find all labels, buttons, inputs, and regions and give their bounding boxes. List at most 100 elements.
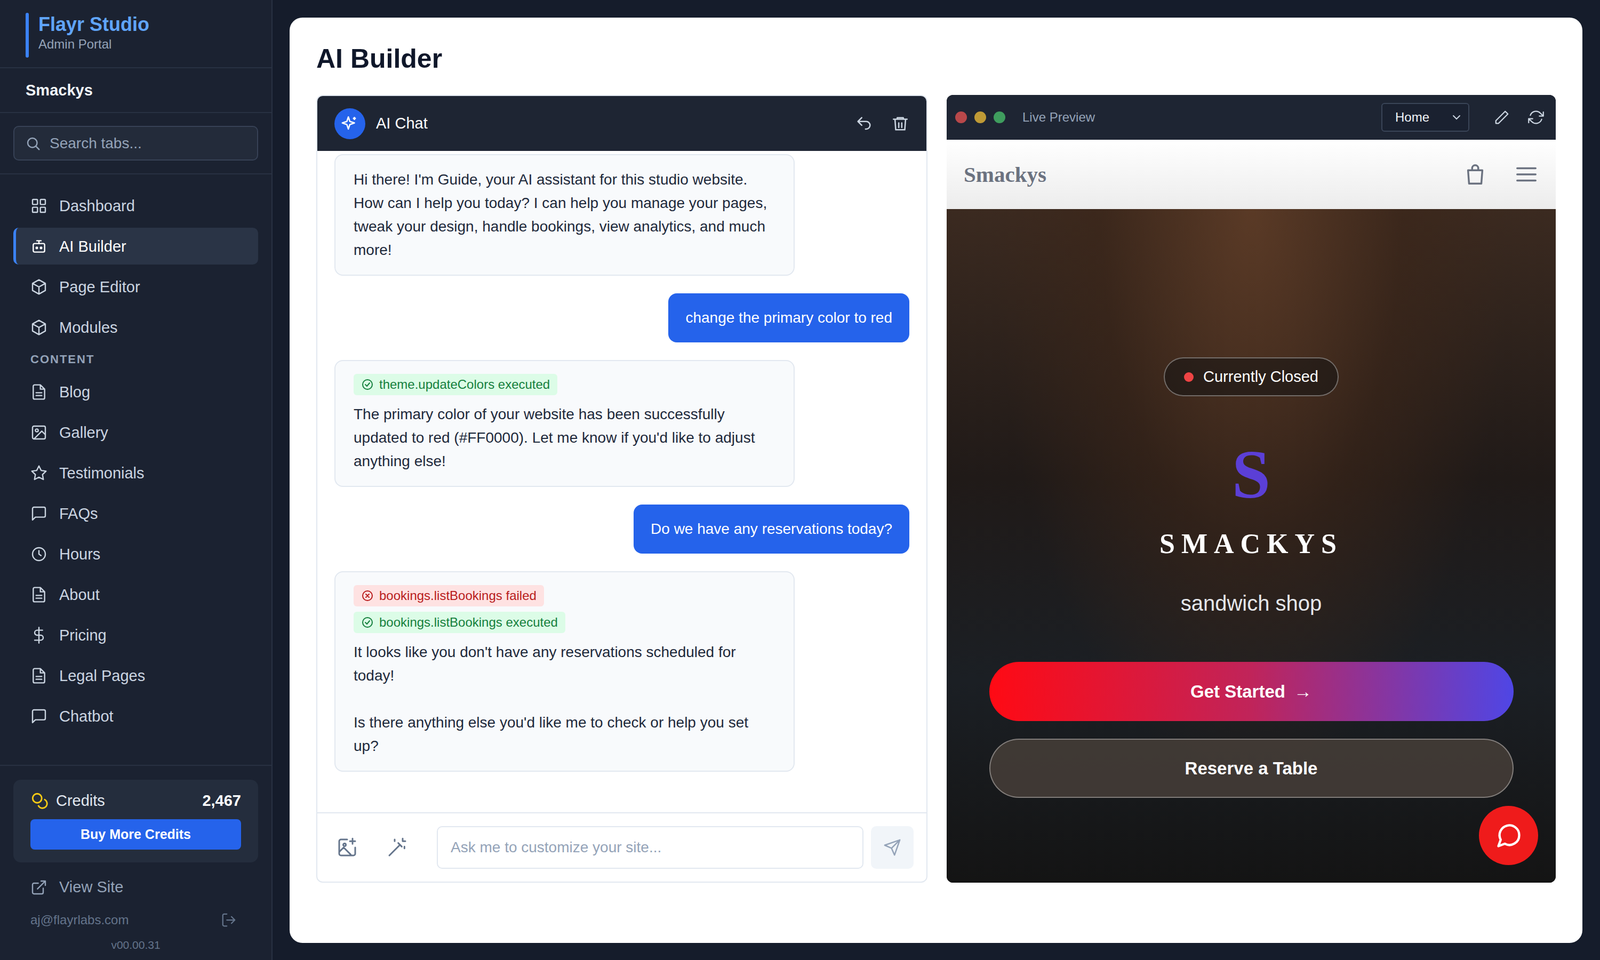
hero-subtitle: sandwich shop bbox=[1180, 589, 1323, 617]
buy-credits-button[interactable]: Buy More Credits bbox=[30, 819, 242, 850]
sidebar-item[interactable]: Legal Pages bbox=[13, 657, 259, 694]
app-version: v00.00.31 bbox=[13, 931, 259, 954]
chat-bubble-icon bbox=[1494, 821, 1523, 850]
sidebar-item-label: Dashboard bbox=[59, 196, 135, 216]
chat-panel: AI Chat Hi there! I'm Guide, your AI ass… bbox=[316, 94, 928, 883]
message-text: The primary color of your website has be… bbox=[353, 402, 776, 474]
user-email: aj@flayrlabs.com bbox=[30, 912, 129, 928]
message-list: Hi there! I'm Guide, your AI assistant f… bbox=[317, 150, 927, 813]
sidebar-item[interactable]: Chatbot bbox=[13, 697, 259, 735]
x-circle-icon bbox=[361, 589, 374, 603]
dollar-icon bbox=[30, 626, 48, 644]
trash-icon[interactable] bbox=[891, 114, 910, 133]
image-icon bbox=[30, 424, 48, 442]
view-site-link[interactable]: View Site bbox=[13, 862, 259, 908]
sidebar-item-label: About bbox=[59, 585, 100, 605]
message-text: It looks like you don't have any reserva… bbox=[353, 640, 776, 688]
sidebar-item-label: Page Editor bbox=[59, 277, 141, 297]
sparkle-icon bbox=[340, 114, 359, 133]
logout-icon[interactable] bbox=[220, 912, 237, 928]
pencil-icon[interactable] bbox=[1493, 109, 1510, 126]
brand: Flayr Studio Admin Portal bbox=[0, 0, 272, 69]
sidebar-item[interactable]: Page Editor bbox=[13, 268, 259, 306]
sidebar-item[interactable]: Testimonials bbox=[13, 454, 259, 492]
sidebar-item-label: Modules bbox=[59, 317, 118, 338]
check-circle-icon bbox=[361, 616, 374, 629]
assistant-message: Hi there! I'm Guide, your AI assistant f… bbox=[334, 154, 795, 276]
sidebar: Flayr Studio Admin Portal Smackys Search… bbox=[0, 0, 273, 960]
chat-icon bbox=[30, 707, 48, 725]
shopping-bag-icon[interactable] bbox=[1462, 162, 1488, 187]
page-title: AI Builder bbox=[316, 42, 1556, 76]
tool-badge: bookings.listBookings failed bbox=[353, 585, 544, 607]
chevron-down-icon bbox=[1450, 110, 1463, 124]
sidebar-item[interactable]: FAQs bbox=[13, 494, 259, 532]
nav-section-heading: CONTENT bbox=[13, 349, 259, 370]
sidebar-item[interactable]: Gallery bbox=[13, 413, 259, 451]
window-dot bbox=[974, 111, 987, 124]
clock-icon bbox=[30, 545, 48, 563]
composer: Ask me to customize your site... bbox=[317, 812, 927, 882]
sidebar-item-label: Pricing bbox=[59, 625, 107, 645]
brand-subtitle: Admin Portal bbox=[38, 36, 150, 53]
sidebar-item[interactable]: AI Builder bbox=[13, 227, 259, 265]
credits-label: Credits bbox=[56, 792, 195, 810]
chat-title: AI Chat bbox=[376, 114, 845, 133]
doc-icon bbox=[30, 383, 48, 401]
send-button[interactable] bbox=[870, 826, 914, 869]
message-text: Hi there! I'm Guide, your AI assistant f… bbox=[353, 168, 776, 262]
sidebar-item[interactable]: Blog bbox=[13, 373, 259, 411]
grid-icon bbox=[30, 197, 48, 215]
site-name[interactable]: Smackys bbox=[0, 68, 272, 114]
undo-icon[interactable] bbox=[854, 114, 874, 133]
sidebar-item[interactable]: Pricing bbox=[13, 616, 259, 654]
message-text: change the primary color to red bbox=[685, 306, 893, 330]
tool-badge: bookings.listBookings executed bbox=[353, 611, 566, 634]
sidebar-item[interactable]: Modules bbox=[13, 308, 259, 346]
live-preview-panel: Live Preview Home Smackys Currently Clos… bbox=[946, 94, 1556, 883]
search-field[interactable]: Search tabs... bbox=[13, 125, 259, 161]
sidebar-item-label: FAQs bbox=[59, 504, 99, 524]
sidebar-item-label: Gallery bbox=[59, 422, 109, 443]
page-select[interactable]: Home bbox=[1381, 102, 1470, 132]
main: AI Builder AI Chat Hi there! I'm Guide, … bbox=[272, 0, 1600, 960]
search-icon bbox=[25, 135, 42, 152]
image-add-icon[interactable] bbox=[336, 836, 358, 859]
cube-icon bbox=[30, 278, 48, 296]
refresh-icon[interactable] bbox=[1528, 109, 1544, 126]
message-text: Is there anything else you'd like me to … bbox=[353, 710, 776, 758]
sidebar-item[interactable]: About bbox=[13, 576, 259, 613]
assistant-message: theme.updateColors executed The primary … bbox=[334, 360, 795, 487]
site-logo[interactable]: Smackys bbox=[963, 161, 1047, 188]
chat-fab[interactable] bbox=[1478, 805, 1539, 866]
assistant-message: bookings.listBookings failed bookings.li… bbox=[334, 571, 795, 772]
secondary-button[interactable]: Reserve a Table bbox=[989, 738, 1514, 798]
coins-icon bbox=[30, 791, 49, 810]
doc-icon bbox=[30, 586, 48, 604]
sidebar-footer: Credits 2,467 Buy More Credits View Site… bbox=[0, 764, 272, 960]
hero: Currently Closed S SMACKYS sandwich shop… bbox=[946, 209, 1556, 883]
chat-input[interactable]: Ask me to customize your site... bbox=[436, 826, 864, 869]
status-pill: Currently Closed bbox=[1163, 357, 1339, 397]
sidebar-item[interactable]: Dashboard bbox=[13, 187, 259, 224]
preview-header: Live Preview Home bbox=[946, 94, 1556, 140]
message-text: Do we have any reservations today? bbox=[650, 517, 893, 541]
send-icon bbox=[883, 838, 902, 857]
sidebar-item-label: AI Builder bbox=[59, 236, 127, 256]
hero-title: SMACKYS bbox=[1159, 526, 1343, 562]
menu-icon[interactable] bbox=[1514, 162, 1539, 187]
hero-logo: S bbox=[1232, 439, 1271, 509]
content-panel: AI Builder AI Chat Hi there! I'm Guide, … bbox=[289, 17, 1583, 943]
chat-header: AI Chat bbox=[317, 96, 927, 151]
credits-value: 2,467 bbox=[202, 792, 242, 810]
magic-wand-icon[interactable] bbox=[386, 836, 408, 859]
window-dot bbox=[955, 111, 967, 124]
star-icon bbox=[30, 464, 48, 482]
primary-button[interactable]: Get Started → bbox=[989, 661, 1514, 722]
chat-avatar bbox=[334, 108, 366, 140]
sidebar-item[interactable]: Hours bbox=[13, 535, 259, 573]
cube-icon bbox=[30, 318, 48, 336]
status-dot bbox=[1184, 372, 1194, 382]
brand-bar bbox=[25, 12, 29, 58]
doc-icon bbox=[30, 667, 48, 685]
